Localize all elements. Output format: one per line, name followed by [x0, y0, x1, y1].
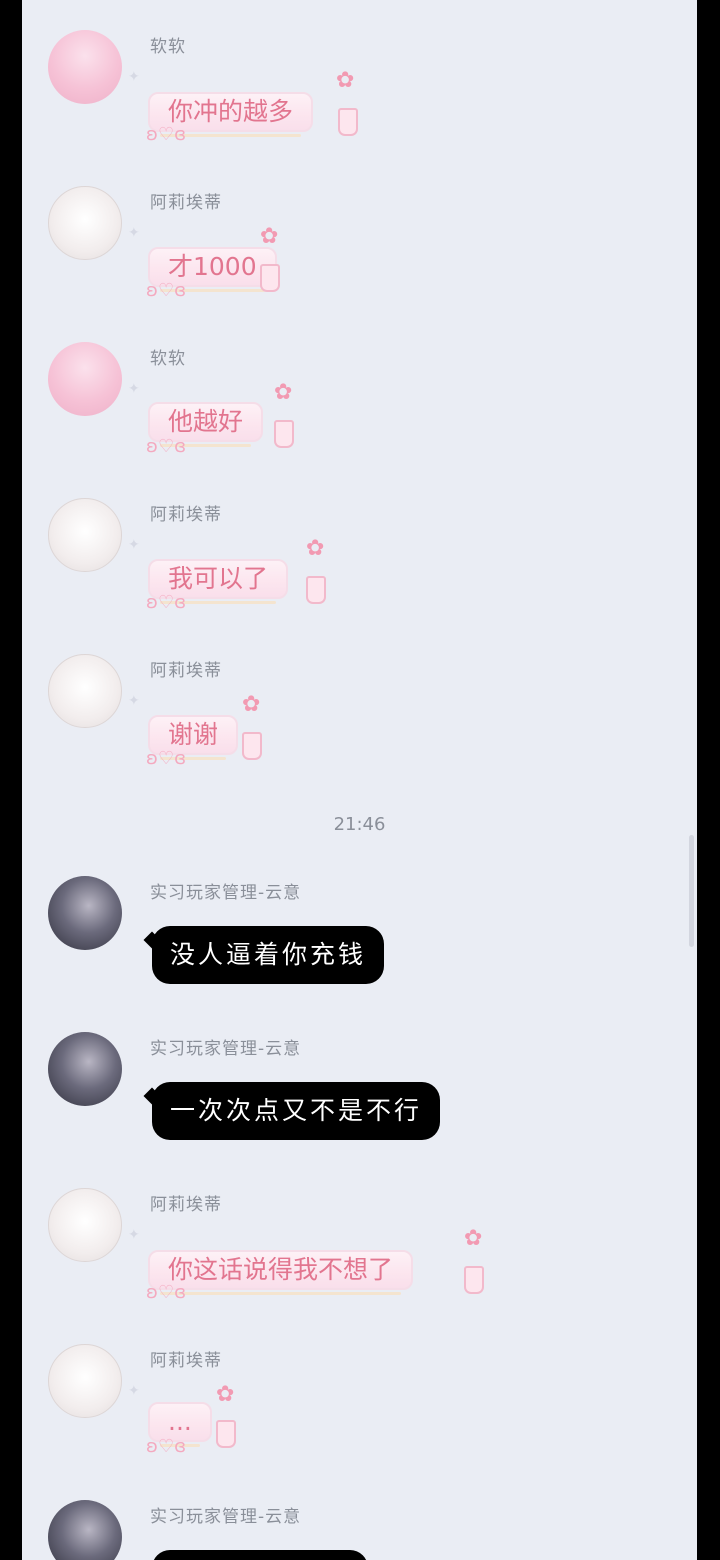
sparkle-icon: ✦	[128, 1383, 140, 1399]
sender-name: 实习玩家管理-云意	[150, 1039, 302, 1059]
avatar[interactable]	[48, 876, 122, 950]
bunny-icon: ʚ♡ɞ	[146, 280, 187, 301]
bunny-icon: ʚ♡ɞ	[146, 436, 187, 457]
bunny-icon: ʚ♡ɞ	[146, 1282, 187, 1303]
flower-icon: ✿	[306, 536, 325, 561]
sparkle-icon: ✦	[128, 1227, 140, 1243]
avatar[interactable]	[48, 654, 122, 728]
flower-icon: ✿	[464, 1226, 483, 1251]
bunny-icon: ʚ♡ɞ	[146, 748, 187, 769]
sender-name: 阿莉埃蒂	[150, 1195, 222, 1215]
sender-name: 阿莉埃蒂	[150, 1351, 222, 1371]
sparkle-icon: ✦	[128, 381, 140, 397]
flower-icon: ✿	[336, 68, 355, 93]
flower-icon: ✿	[274, 380, 293, 405]
sparkle-icon: ✦	[128, 693, 140, 709]
sender-name: 阿莉埃蒂	[150, 193, 222, 213]
cup-icon	[464, 1266, 484, 1294]
cup-icon	[306, 576, 326, 604]
avatar[interactable]	[48, 30, 122, 104]
sender-name: 阿莉埃蒂	[150, 661, 222, 681]
flower-icon: ✿	[260, 224, 279, 249]
sender-name: 软软	[150, 349, 186, 369]
message-bubble[interactable]	[152, 1550, 368, 1560]
sparkle-icon: ✦	[128, 225, 140, 241]
chat-screen[interactable]: 软软 你冲的越多 ✿ ʚ♡ɞ ✦ 阿莉埃蒂 才1000 ✿ ʚ♡ɞ ✦ 软软 他…	[22, 0, 697, 1560]
sender-name: 软软	[150, 37, 186, 57]
cup-icon	[216, 1420, 236, 1448]
cup-icon	[242, 732, 262, 760]
cup-icon	[338, 108, 358, 136]
flower-icon: ✿	[216, 1382, 235, 1407]
avatar[interactable]	[48, 1344, 122, 1418]
sparkle-icon: ✦	[128, 69, 140, 85]
bunny-icon: ʚ♡ɞ	[146, 1436, 187, 1457]
message-bubble[interactable]: 没人逼着你充钱	[152, 926, 385, 984]
sender-name: 实习玩家管理-云意	[150, 1507, 302, 1527]
scrollbar[interactable]	[689, 835, 694, 947]
avatar[interactable]	[48, 342, 122, 416]
sender-name: 阿莉埃蒂	[150, 505, 222, 525]
avatar[interactable]	[48, 1032, 122, 1106]
sparkle-icon: ✦	[128, 537, 140, 553]
avatar[interactable]	[48, 186, 122, 260]
avatar[interactable]	[48, 498, 122, 572]
flower-icon: ✿	[242, 692, 261, 717]
message-bubble[interactable]: 你这话说得我不想了	[148, 1250, 414, 1295]
message-bubble[interactable]: 一次次点又不是不行	[152, 1082, 441, 1140]
bunny-icon: ʚ♡ɞ	[146, 592, 187, 613]
cup-icon	[260, 264, 280, 292]
sender-name: 实习玩家管理-云意	[150, 883, 302, 903]
avatar[interactable]	[48, 1500, 122, 1560]
bunny-icon: ʚ♡ɞ	[146, 124, 187, 145]
cup-icon	[274, 420, 294, 448]
timestamp: 21:46	[333, 814, 386, 835]
avatar[interactable]	[48, 1188, 122, 1262]
